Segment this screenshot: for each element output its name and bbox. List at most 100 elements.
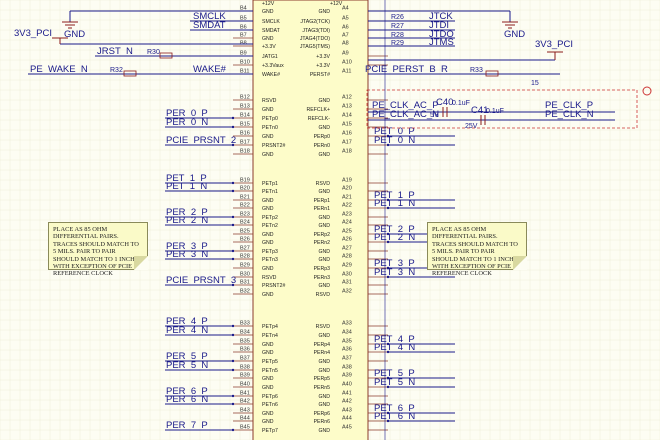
junction-dot	[231, 116, 235, 120]
pin-name: GND	[262, 134, 274, 140]
pin-number: A24	[342, 220, 352, 226]
net-label: PER_2_N	[166, 215, 208, 226]
pin-name: PETp4	[262, 324, 278, 330]
pin-name: PERn0	[314, 143, 331, 149]
gnd-right-label: GND	[504, 29, 525, 40]
junction-dot	[231, 257, 235, 261]
junction-dot	[231, 249, 235, 253]
pin-number: B35	[240, 339, 250, 345]
pin-number: B10	[240, 60, 250, 66]
pin-number: B43	[240, 408, 250, 414]
pin-name: GND	[318, 215, 330, 221]
routing-note-left: PLACE AS 85 OHM DIFFERENTIAL PAIRS. TRAC…	[48, 222, 148, 277]
pin-number: A21	[342, 195, 352, 201]
schematic-sheet: +12V +12V B4GNDB5SMCLKB6SMDATB7GNDB8+3.3…	[0, 0, 660, 440]
net-label: PER_3_N	[166, 249, 208, 260]
c40-value: 0.1uF	[452, 100, 470, 107]
junction-dot	[231, 402, 235, 406]
pin-number: A11	[342, 69, 351, 75]
pin-name: GND	[262, 292, 274, 298]
r33-label: R33	[470, 67, 483, 74]
pin-name: GND	[262, 206, 274, 212]
pin-name: PERp2	[314, 232, 331, 238]
v25-label: 25V	[465, 123, 478, 130]
net-label: PET_2_N	[374, 232, 415, 243]
pin-number: B45	[240, 425, 250, 431]
pin-name: PRSNT2#	[262, 283, 285, 289]
pin-number: A8	[342, 41, 349, 47]
pin-name: PETn5	[262, 368, 278, 374]
routing-note-right: PLACE AS 85 OHM DIFFERENTIAL PAIRS. TRAC…	[427, 222, 527, 277]
schematic-canvas: +12V +12V B4GNDB5SMCLKB6SMDATB7GNDB8+3.3…	[0, 0, 660, 440]
v3-right-label: 3V3_PCI	[535, 39, 573, 50]
pin-name: PERST#	[310, 72, 330, 78]
pin-name: GND	[318, 359, 330, 365]
net-label: PCIE_PRSNT_3	[166, 275, 236, 286]
pin-name: PETn1	[262, 189, 278, 195]
pin-number: B31	[240, 280, 250, 286]
pin-name: PERn5	[314, 385, 331, 391]
junction-dot	[231, 181, 235, 185]
net-label: PCIE_PRSNT_2	[166, 135, 236, 146]
pin-number: B26	[240, 237, 250, 243]
pin-name: GND	[318, 257, 330, 263]
pin-number: B30	[240, 272, 250, 278]
ic-top-left-label: +12V	[262, 1, 275, 7]
pin-number: B33	[240, 321, 250, 327]
pin-number: B21	[240, 195, 250, 201]
pin-number: A19	[342, 178, 352, 184]
pin-number: A6	[342, 25, 349, 31]
pin-number: B44	[240, 416, 250, 422]
pin-number: A16	[342, 131, 352, 137]
pin-name: PETn3	[262, 257, 278, 263]
pin-name: RSVD	[316, 181, 331, 187]
pin-name: PETn6	[262, 402, 278, 408]
perst-label: PCIE_PERST_B_R	[365, 64, 448, 75]
pin-name: RSVD	[262, 275, 277, 281]
pin-name: RSVD	[316, 324, 331, 330]
pe-wake-label: PE_WAKE_N	[30, 64, 88, 75]
net-label: PER_0_N	[166, 117, 208, 128]
pin-number: A12	[342, 95, 352, 101]
jtms-label: JTMS	[429, 37, 454, 48]
pin-number: B29	[240, 263, 250, 269]
pin-name: GND	[262, 36, 274, 42]
pin-name: JTAG5(TMS)	[300, 44, 330, 50]
pin-number: B37	[240, 356, 250, 362]
pin-name: GND	[262, 232, 274, 238]
net-15-label: 15	[531, 80, 539, 87]
pin-number: B39	[240, 373, 250, 379]
pin-number: A37	[342, 356, 352, 362]
c40-label: C40	[436, 97, 453, 108]
pin-number: B24	[240, 220, 250, 226]
pin-number: B28	[240, 254, 250, 260]
pin-name: JTAG4(TDO)	[300, 36, 330, 42]
v5-label: 5V	[430, 112, 439, 119]
pin-name: JTAG2(TCK)	[300, 19, 330, 25]
pin-name: GND	[318, 125, 330, 131]
pin-number: B42	[240, 399, 250, 405]
net-label: PET_3_N	[374, 267, 415, 278]
pin-number: A22	[342, 203, 352, 209]
pin-name: JATG1	[262, 54, 278, 60]
left-net-group: PER_0_PPER_0_NPCIE_PRSNT_2PET_1_PPET_1_N…	[165, 108, 236, 432]
clk-n-label: PE_CLK_N	[545, 109, 594, 120]
pin-name: SMDAT	[262, 28, 281, 34]
pin-number: A5	[342, 16, 349, 22]
pin-name: GND	[262, 240, 274, 246]
pin-number: B20	[240, 186, 250, 192]
junction-dot	[231, 189, 235, 193]
pin-number: B32	[240, 289, 250, 295]
pin-name: GND	[262, 350, 274, 356]
pin-name: GND	[262, 266, 274, 272]
pin-name: GND	[318, 9, 330, 15]
pin-name: RSVD	[316, 292, 331, 298]
pin-name: REFCLK+	[307, 107, 331, 113]
pin-name: GND	[318, 394, 330, 400]
junction-dot	[231, 368, 235, 372]
pin-number: A18	[342, 149, 352, 155]
junction-dot	[231, 428, 235, 432]
r32-label: R32	[110, 67, 123, 74]
junction-dot	[231, 394, 235, 398]
net-label: PET_6_N	[374, 411, 415, 422]
